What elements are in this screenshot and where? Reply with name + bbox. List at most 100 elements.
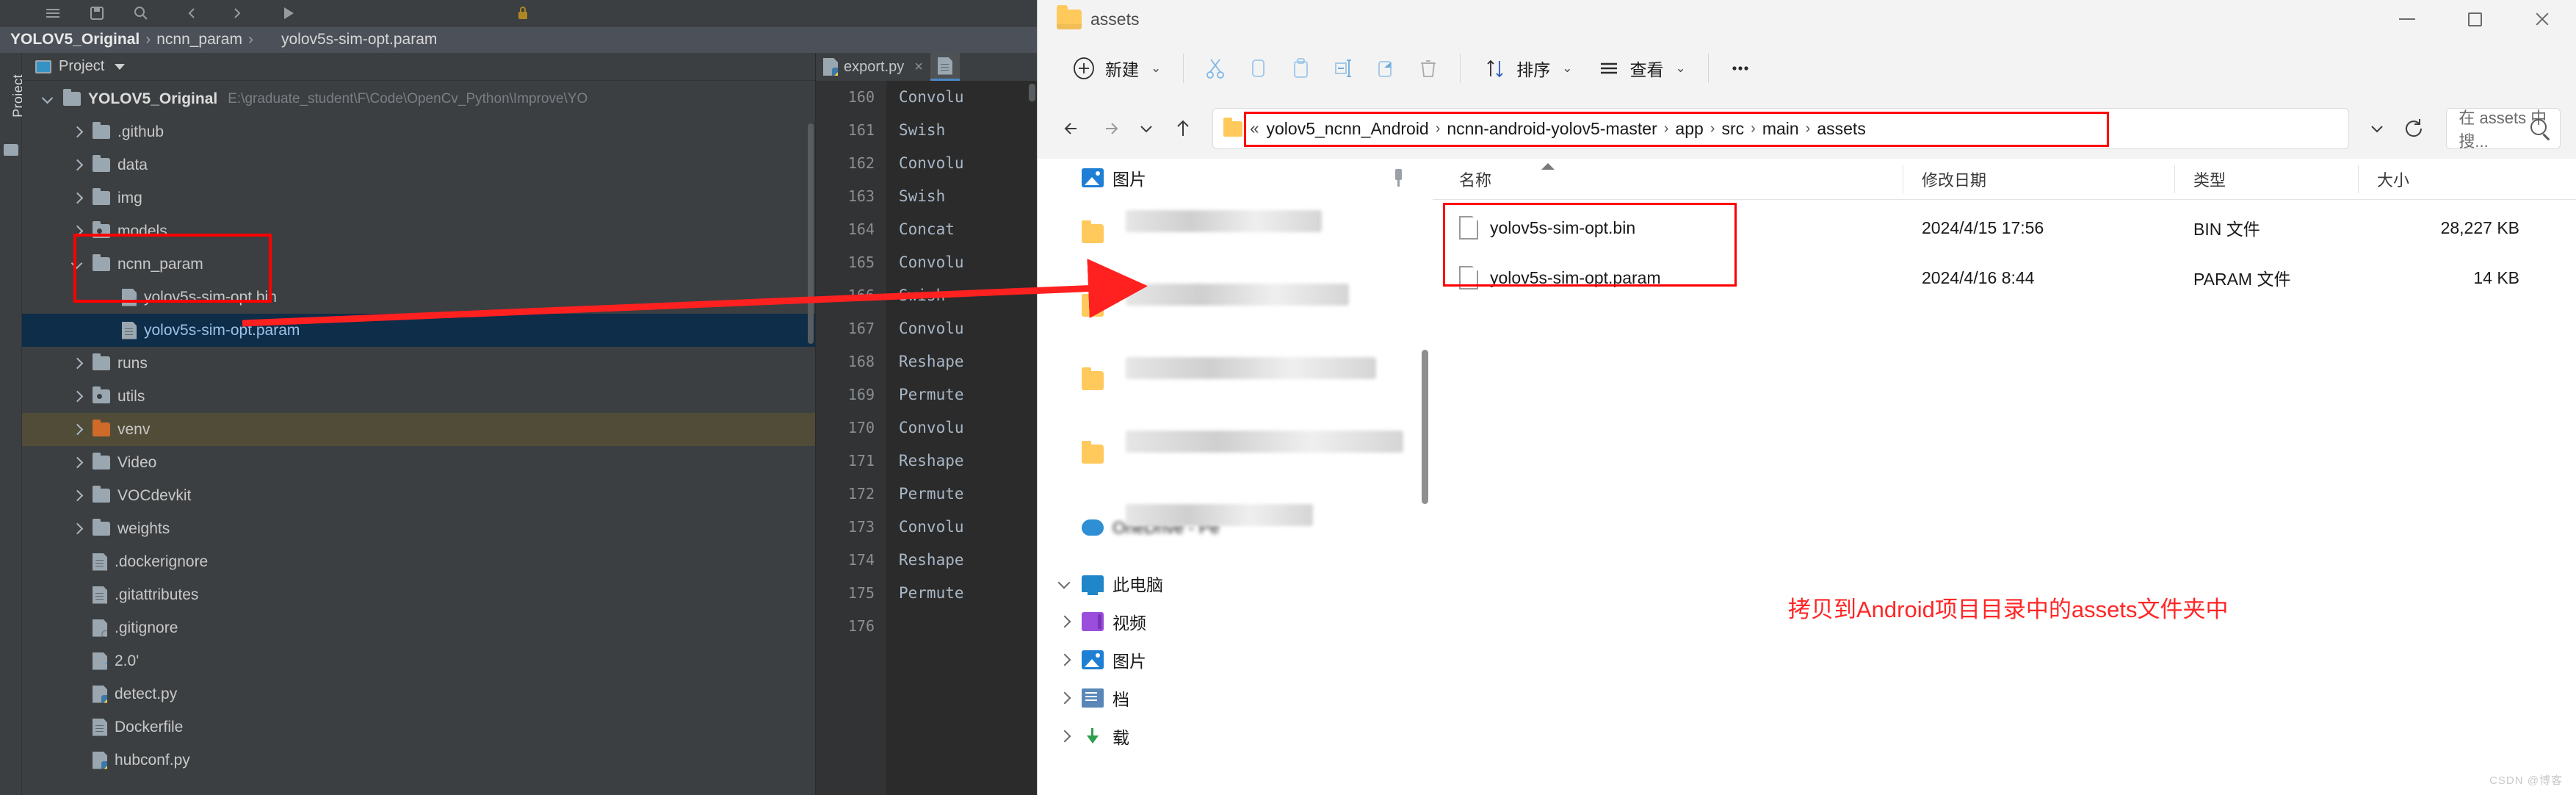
chevron-right-icon[interactable]: [70, 489, 84, 503]
lock-icon[interactable]: [514, 4, 532, 22]
save-icon[interactable]: [88, 4, 106, 22]
nav-pane-item[interactable]: 图片: [1038, 159, 1433, 197]
editor-code-area[interactable]: ConvoluSwishConvoluSwishConcatConvoluSwi…: [887, 81, 1038, 795]
new-button[interactable]: 新建 ⌄: [1060, 48, 1173, 88]
nav-pane-item[interactable]: 档: [1038, 679, 1433, 717]
tree-row[interactable]: yolov5s-sim-opt.param: [22, 314, 815, 347]
search-icon[interactable]: [132, 4, 150, 22]
sort-button[interactable]: 排序 ⌄: [1471, 48, 1584, 88]
nav-pane-item[interactable]: [1038, 417, 1433, 491]
tree-row[interactable]: runs: [22, 347, 815, 380]
chevron-down-icon[interactable]: [1057, 575, 1073, 591]
nav-pane-scrollbar[interactable]: [1422, 350, 1428, 504]
chevron-right-icon[interactable]: [70, 159, 84, 172]
tree-row[interactable]: Dockerfile: [22, 711, 815, 744]
tree-row[interactable]: ?2.0': [22, 644, 815, 677]
back-icon[interactable]: [184, 4, 201, 22]
close-icon[interactable]: ×: [914, 59, 923, 76]
tree-row[interactable]: .dockerignore: [22, 545, 815, 578]
rename-button[interactable]: [1322, 48, 1364, 88]
column-header-name[interactable]: 名称: [1433, 159, 1903, 200]
tree-row[interactable]: .gitattributes: [22, 578, 815, 611]
menu-icon[interactable]: [44, 4, 62, 22]
chevron-right-icon[interactable]: [1057, 690, 1073, 706]
delete-button[interactable]: [1407, 48, 1450, 88]
back-button[interactable]: [1057, 109, 1089, 148]
tree-row[interactable]: hubconf.py: [22, 744, 815, 777]
chevron-right-icon[interactable]: [1057, 652, 1073, 668]
chevron-down-icon[interactable]: [41, 93, 54, 106]
refresh-button[interactable]: [2398, 109, 2430, 148]
tree-row[interactable]: ncnn_param: [22, 248, 815, 281]
tree-row[interactable]: ?yolov5s-sim-opt.bin: [22, 281, 815, 314]
column-header-type[interactable]: 类型: [2174, 159, 2358, 200]
nav-pane-item[interactable]: OneDrive - Pe: [1038, 491, 1433, 564]
maximize-button[interactable]: [2441, 0, 2508, 38]
column-header-size[interactable]: 大小: [2358, 159, 2564, 200]
copy-button[interactable]: [1237, 48, 1279, 88]
tree-row[interactable]: .github: [22, 115, 815, 148]
editor-scrollbar[interactable]: [1029, 84, 1035, 101]
tree-row[interactable]: models: [22, 215, 815, 248]
chevron-right-icon[interactable]: [70, 225, 84, 238]
nav-pane-item[interactable]: 视频: [1038, 602, 1433, 641]
nav-pane-item[interactable]: 此电脑: [1038, 564, 1433, 602]
chevron-right-icon[interactable]: [1057, 728, 1073, 744]
forward-button[interactable]: [1093, 109, 1126, 148]
more-button[interactable]: [1719, 48, 1762, 88]
chevron-down-icon[interactable]: [70, 258, 84, 271]
tree-row[interactable]: detect.py: [22, 677, 815, 711]
column-header-modified[interactable]: 修改日期: [1903, 159, 2174, 200]
cut-button[interactable]: [1194, 48, 1237, 88]
nav-pane-item[interactable]: 载: [1038, 717, 1433, 755]
tree-row[interactable]: img: [22, 181, 815, 215]
project-panel-header[interactable]: Project: [22, 53, 815, 81]
nav-pane-item[interactable]: 图片: [1038, 641, 1433, 679]
nav-pane-item[interactable]: [1038, 344, 1433, 417]
address-dropdown-button[interactable]: [2361, 109, 2393, 148]
tree-row[interactable]: .gitignore: [22, 611, 815, 644]
tree-row[interactable]: utils: [22, 380, 815, 413]
chevron-down-icon[interactable]: ⌄: [1562, 61, 1572, 76]
share-button[interactable]: [1364, 48, 1407, 88]
chevron-down-icon[interactable]: ⌄: [1676, 61, 1686, 76]
tree-row[interactable]: VOCdevkit: [22, 479, 815, 512]
tree-row[interactable]: weights: [22, 512, 815, 545]
chevron-right-icon[interactable]: [70, 357, 84, 370]
search-input[interactable]: 在 assets 中搜...: [2446, 108, 2561, 149]
close-button[interactable]: [2508, 0, 2576, 38]
chevron-right-icon[interactable]: [70, 456, 84, 470]
chevron-right-icon[interactable]: [70, 192, 84, 205]
project-scrollbar[interactable]: [808, 123, 814, 344]
paste-button[interactable]: [1279, 48, 1322, 88]
minimize-button[interactable]: [2373, 0, 2441, 38]
chevron-right-icon[interactable]: [70, 390, 84, 403]
chevron-down-icon[interactable]: ⌄: [1151, 61, 1161, 76]
view-button[interactable]: 查看 ⌄: [1585, 48, 1698, 88]
chevron-right-icon[interactable]: [70, 522, 84, 536]
chevron-right-icon[interactable]: [1057, 614, 1073, 630]
run-icon[interactable]: [279, 4, 297, 22]
forward-icon[interactable]: [228, 4, 245, 22]
recent-locations-button[interactable]: [1130, 109, 1162, 148]
minimize-icon: [2399, 18, 2415, 20]
up-button[interactable]: [1167, 109, 1199, 148]
tree-row[interactable]: venv: [22, 413, 815, 446]
address-input[interactable]: « yolov5_ncnn_Android›ncnn-android-yolov…: [1212, 108, 2349, 149]
view-icon: [1596, 56, 1621, 81]
chevron-right-icon[interactable]: [70, 126, 84, 139]
breadcrumb-file[interactable]: yolov5s-sim-opt.param: [281, 31, 437, 48]
tree-row[interactable]: data: [22, 148, 815, 181]
chevron-right-icon[interactable]: [70, 423, 84, 436]
nav-pane-item[interactable]: [1038, 197, 1433, 270]
chevron-down-icon[interactable]: [115, 64, 125, 70]
breadcrumb-folder[interactable]: ncnn_param: [156, 31, 242, 48]
pin-icon[interactable]: [1390, 169, 1406, 187]
editor-tab-param[interactable]: [930, 53, 960, 81]
tree-row[interactable]: YOLOV5_OriginalE:\graduate_student\F\Cod…: [22, 82, 815, 115]
editor-tab-export-py[interactable]: export.py ×: [816, 53, 930, 81]
breadcrumb-project[interactable]: YOLOV5_Original: [10, 31, 140, 48]
tree-row[interactable]: Video: [22, 446, 815, 479]
pictures-icon: [1082, 168, 1104, 187]
nav-pane-item[interactable]: [1038, 270, 1433, 344]
